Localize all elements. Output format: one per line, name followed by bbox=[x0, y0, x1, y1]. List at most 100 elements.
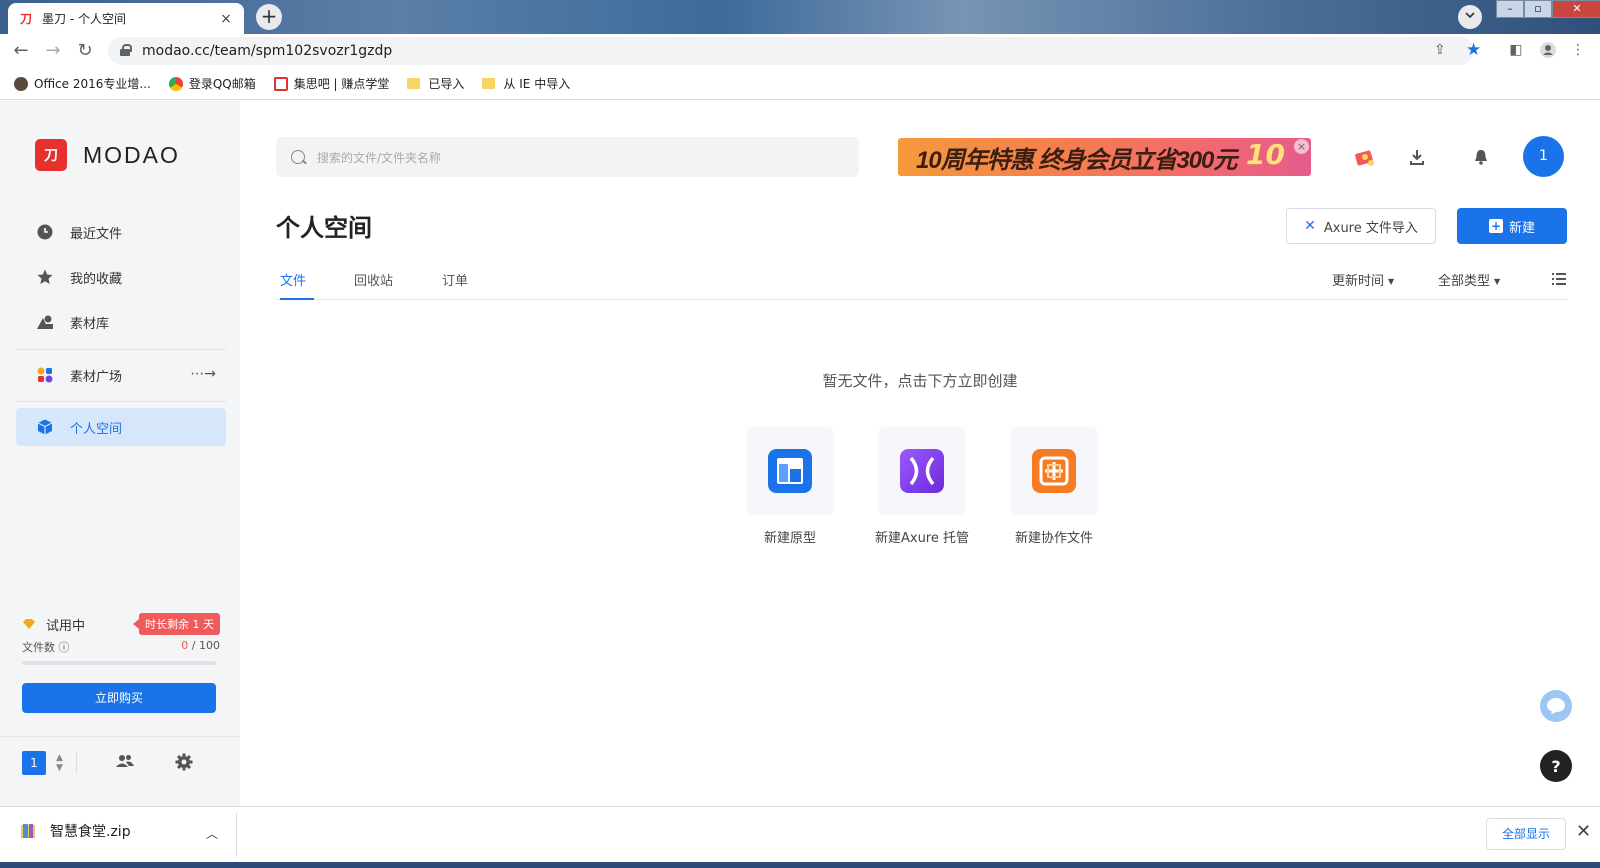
bookmark-jisiba[interactable]: 集思吧 | 赚点学堂 bbox=[273, 75, 390, 92]
search-icon bbox=[291, 150, 305, 164]
download-item[interactable]: 智慧食堂.zip bbox=[20, 821, 131, 841]
sidebar: 刀 MODAO 最近文件 我的收藏 素材库 素材广场 ⋯→ 个人空间 试用中 时… bbox=[0, 101, 240, 806]
create-collab-card[interactable] bbox=[1010, 427, 1098, 515]
create-collab-label: 新建协作文件 bbox=[1014, 531, 1093, 546]
list-view-icon[interactable] bbox=[1552, 272, 1566, 286]
sidebar-item-recent[interactable]: 最近文件 bbox=[16, 213, 226, 251]
tab-recycle-bin[interactable]: 回收站 bbox=[354, 270, 393, 300]
avatar-icon bbox=[14, 76, 28, 91]
create-axure-label: 新建Axure 托管 bbox=[874, 531, 969, 546]
bookmark-qqmail[interactable]: 登录QQ邮箱 bbox=[168, 75, 256, 92]
chrome-icon bbox=[168, 76, 183, 91]
image-icon bbox=[273, 76, 288, 91]
bookmark-star-icon[interactable]: ★ bbox=[1466, 40, 1481, 60]
files-used: 0 bbox=[181, 639, 189, 652]
sidebar-item-favorites[interactable]: 我的收藏 bbox=[16, 258, 226, 296]
assets-icon bbox=[36, 313, 54, 331]
logo[interactable]: 刀 MODAO bbox=[35, 139, 180, 171]
tab-search-button[interactable] bbox=[1458, 5, 1482, 29]
bookmark-office[interactable]: Office 2016专业增... bbox=[14, 75, 151, 92]
side-panel-icon[interactable]: ◧ bbox=[1506, 42, 1526, 58]
download-bar: 智慧食堂.zip ︿ 全部显示 ✕ bbox=[0, 806, 1600, 862]
axure-import-label: Axure 文件导入 bbox=[1323, 220, 1418, 236]
bookmark-label: 登录QQ邮箱 bbox=[188, 77, 256, 91]
menu-icon[interactable]: ⋮ bbox=[1568, 42, 1588, 58]
close-download-bar-icon[interactable]: ✕ bbox=[1576, 821, 1591, 842]
zip-file-icon bbox=[21, 824, 35, 838]
caret-down-icon: ▼ bbox=[1494, 277, 1501, 286]
new-tab-button[interactable]: + bbox=[256, 4, 282, 30]
tab-files[interactable]: 文件 bbox=[280, 270, 314, 300]
share-icon[interactable]: ⇪ bbox=[1434, 42, 1446, 58]
content-tabs: 文件 回收站 订单 更新时间 ▼ 全部类型 ▼ bbox=[276, 270, 1567, 300]
notification-bell-icon[interactable] bbox=[1470, 146, 1492, 168]
filter-type-dropdown[interactable]: 全部类型 ▼ bbox=[1438, 270, 1500, 289]
url-text[interactable]: modao.cc/team/spm102svozr1gzdp bbox=[142, 43, 392, 59]
lock-icon bbox=[120, 44, 132, 56]
create-prototype-card[interactable] bbox=[746, 427, 834, 515]
folder-icon bbox=[407, 78, 421, 89]
sidebar-item-personal-space[interactable]: 个人空间 bbox=[16, 408, 226, 446]
sidebar-item-label: 我的收藏 bbox=[70, 271, 123, 287]
files-count-label: 文件数 ⓘ bbox=[22, 641, 70, 654]
files-total: / 100 bbox=[191, 639, 220, 652]
search-input[interactable]: 搜索的文件/文件夹名称 bbox=[276, 137, 859, 177]
page-title: 个人空间 bbox=[276, 214, 372, 242]
team-sort-icon[interactable]: ▲ ▼ bbox=[56, 753, 63, 773]
diamond-icon bbox=[23, 619, 35, 629]
browser-tab[interactable]: 刀 墨刀 - 个人空间 × bbox=[8, 3, 244, 34]
star-icon bbox=[36, 268, 54, 286]
modao-favicon-icon: 刀 bbox=[19, 12, 32, 26]
create-axure-card[interactable] bbox=[878, 427, 966, 515]
axure-icon: ✕ bbox=[1304, 218, 1316, 234]
sidebar-item-label: 个人空间 bbox=[70, 421, 123, 437]
banner-close-icon[interactable]: × bbox=[1294, 139, 1309, 154]
footer-divider bbox=[76, 751, 77, 773]
sidebar-divider bbox=[16, 349, 226, 350]
browser-tab-strip: 刀 墨刀 - 个人空间 × + – ▫ ✕ bbox=[0, 0, 1600, 34]
cube-icon bbox=[36, 418, 54, 436]
tab-title: 墨刀 - 个人空间 bbox=[42, 12, 126, 26]
chevron-up-icon[interactable]: ︿ bbox=[206, 825, 218, 842]
axure-icon bbox=[900, 449, 944, 493]
clock-icon bbox=[36, 223, 54, 241]
window-close-button[interactable]: ✕ bbox=[1552, 0, 1600, 18]
maximize-button[interactable]: ▫ bbox=[1524, 0, 1552, 18]
bookmark-label: 从 IE 中导入 bbox=[503, 77, 571, 91]
back-button[interactable]: ← bbox=[10, 41, 32, 63]
members-icon[interactable] bbox=[116, 753, 136, 773]
new-button-label: 新建 bbox=[1508, 220, 1535, 236]
download-filename: 智慧食堂.zip bbox=[50, 824, 131, 840]
sort-by-time-dropdown[interactable]: 更新时间 ▼ bbox=[1332, 270, 1394, 289]
tab-orders[interactable]: 订单 bbox=[442, 270, 468, 300]
help-button[interactable]: ? bbox=[1540, 750, 1572, 782]
window-controls: – ▫ ✕ bbox=[1496, 0, 1600, 18]
gear-icon[interactable] bbox=[175, 753, 195, 773]
profile-icon[interactable] bbox=[1538, 42, 1558, 62]
minimize-button[interactable]: – bbox=[1496, 0, 1524, 18]
tab-close-icon[interactable]: × bbox=[218, 11, 234, 27]
bookmark-label: 集思吧 | 赚点学堂 bbox=[293, 77, 390, 91]
bookmark-label: 已导入 bbox=[428, 77, 465, 91]
promo-banner[interactable]: 10周年特惠 终身会员立省300元 10 × bbox=[898, 138, 1311, 176]
reload-button[interactable]: ↻ bbox=[74, 41, 96, 63]
files-progress-bar bbox=[22, 661, 216, 665]
bookmark-folder-imported[interactable]: 已导入 bbox=[407, 75, 464, 92]
new-button[interactable]: + 新建 bbox=[1457, 208, 1567, 244]
forward-button[interactable]: → bbox=[42, 41, 64, 63]
feedback-chat-icon[interactable] bbox=[1540, 690, 1572, 722]
team-switcher[interactable]: 1 bbox=[22, 751, 46, 775]
download-icon[interactable] bbox=[1406, 146, 1428, 168]
address-bar-row: ← → ↻ modao.cc/team/spm102svozr1gzdp ⇪ ★… bbox=[0, 34, 1600, 68]
modao-logo-icon: 刀 bbox=[35, 139, 67, 171]
plus-icon: + bbox=[1488, 219, 1503, 233]
avatar[interactable]: 1 bbox=[1523, 136, 1564, 177]
show-all-downloads-button[interactable]: 全部显示 bbox=[1486, 818, 1566, 850]
axure-import-button[interactable]: ✕ Axure 文件导入 bbox=[1286, 208, 1436, 244]
bookmark-folder-ie[interactable]: 从 IE 中导入 bbox=[482, 75, 570, 92]
address-bar[interactable]: modao.cc/team/spm102svozr1gzdp ⇪ ★ bbox=[108, 37, 1481, 65]
buy-now-button[interactable]: 立即购买 bbox=[22, 683, 216, 713]
sidebar-item-assets[interactable]: 素材库 bbox=[16, 303, 226, 341]
gift-icon[interactable] bbox=[1354, 146, 1376, 168]
promo-banner-text: 10周年特惠 终身会员立省300元 bbox=[916, 146, 1237, 174]
